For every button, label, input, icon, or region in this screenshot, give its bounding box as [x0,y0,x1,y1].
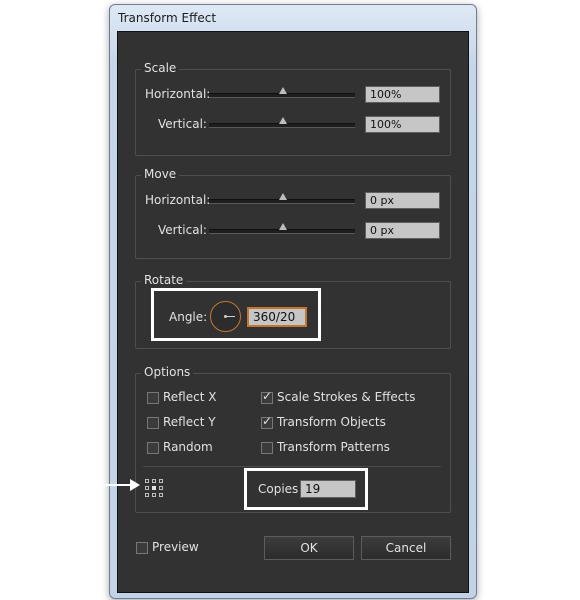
scale-vertical-label: Vertical: [158,117,207,131]
move-vertical-label: Vertical: [158,223,207,237]
copies-label: Copies [258,482,299,496]
scale-group [135,69,451,156]
reflect-x-checkbox[interactable] [147,392,159,404]
ok-button[interactable]: OK [264,536,354,560]
move-vertical-input[interactable]: 0 px [365,222,440,239]
angle-dial-center [224,315,227,318]
scale-group-title: Scale [141,61,180,75]
arrow-right-icon [98,479,140,491]
transform-effect-dialog: Transform Effect Scale Horizontal: 100% … [109,4,477,599]
move-horizontal-label: Horizontal: [145,193,211,207]
options-group-title: Options [141,365,194,379]
scale-strokes-label: Scale Strokes & Effects [277,390,416,404]
angle-label: Angle: [169,310,208,324]
move-horizontal-slider-thumb[interactable] [279,193,287,200]
scale-vertical-input[interactable]: 100% [365,116,440,133]
scale-strokes-checkbox[interactable]: ✓ [261,389,273,404]
scale-horizontal-label: Horizontal: [145,87,211,101]
reference-point-grid-icon[interactable] [144,478,164,498]
reflect-x-label: Reflect X [163,390,217,404]
angle-input[interactable]: 360/20 [247,307,307,327]
copies-input[interactable]: 19 [300,480,356,498]
scale-horizontal-slider-thumb[interactable] [279,87,287,94]
check-icon: ✓ [262,414,273,428]
move-group [135,175,451,259]
move-horizontal-input[interactable]: 0 px [365,192,440,209]
scale-vertical-slider-thumb[interactable] [279,117,287,124]
move-group-title: Move [141,167,180,181]
reflect-y-label: Reflect Y [163,415,216,429]
dialog-body: Scale Horizontal: 100% Vertical: 100% Mo… [117,31,469,593]
transform-patterns-label: Transform Patterns [277,440,390,454]
transform-objects-label: Transform Objects [277,415,386,429]
options-divider [143,466,441,467]
transform-objects-checkbox[interactable]: ✓ [261,414,273,429]
angle-dial[interactable] [210,301,241,332]
window-title: Transform Effect [118,11,217,25]
preview-label: Preview [152,540,199,554]
scale-horizontal-input[interactable]: 100% [365,86,440,103]
check-icon: ✓ [262,389,273,403]
random-checkbox[interactable] [147,442,159,454]
preview-checkbox[interactable] [136,542,148,554]
random-label: Random [163,440,213,454]
transform-patterns-checkbox[interactable] [261,442,273,454]
reflect-y-checkbox[interactable] [147,417,159,429]
rotate-group-title: Rotate [141,273,187,287]
cancel-button[interactable]: Cancel [361,536,451,560]
move-vertical-slider-thumb[interactable] [279,223,287,230]
